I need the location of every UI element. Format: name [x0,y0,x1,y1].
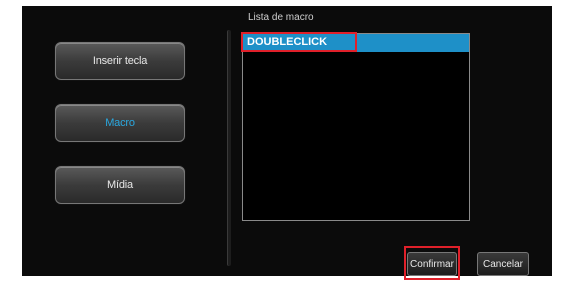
confirm-button-label: Confirmar [410,258,454,270]
macro-list[interactable]: DOUBLECLICK [241,32,470,221]
sidebar-button-label: Inserir tecla [92,55,148,67]
sidebar-button-macro[interactable]: Macro [55,104,185,142]
sidebar-button-midia[interactable]: Mídia [55,166,185,204]
macro-dialog: Inserir tecla Macro Mídia Lista de macro… [22,6,552,280]
cancel-button-label: Cancelar [482,258,524,270]
sidebar-button-inserir-tecla[interactable]: Inserir tecla [55,42,185,80]
list-item[interactable]: DOUBLECLICK [241,32,469,52]
vertical-divider [227,30,231,266]
macro-list-title: Lista de macro [248,12,314,23]
cancel-button[interactable]: Cancelar [477,252,529,276]
confirm-button[interactable]: Confirmar [407,252,457,276]
sidebar-button-label: Macro [105,117,135,129]
sidebar-button-label: Mídia [107,179,133,191]
selection-highlight-frame [241,32,357,52]
